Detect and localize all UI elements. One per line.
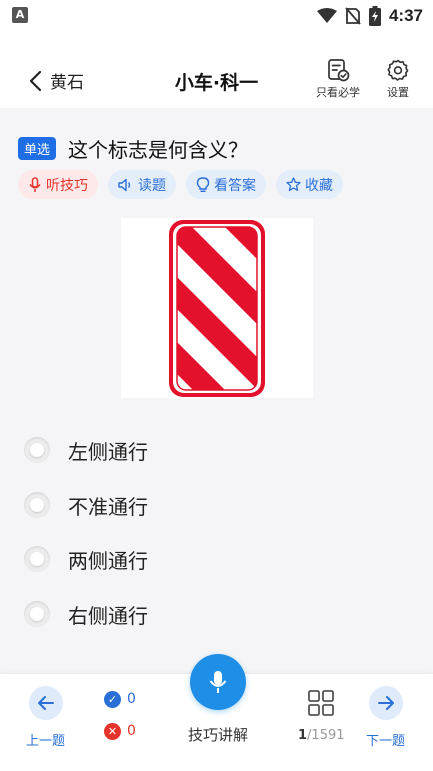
document-check-icon <box>328 59 350 82</box>
settings-button[interactable]: 设置 <box>380 58 416 100</box>
diagonal-stripe-marker-sign-icon <box>169 220 265 397</box>
arrow-right-icon <box>377 696 394 710</box>
prev-circle <box>28 686 63 720</box>
page-title: 小车·科一 <box>174 72 259 94</box>
correct-count: ✓ 0 <box>104 690 136 708</box>
gear-icon <box>387 59 409 81</box>
bottom-toolbar: 上一题 ✓ 0 ✕ 0 技巧讲解 1/1591 下一题 <box>0 654 433 771</box>
prev-question-label: 上一题 <box>26 734 66 749</box>
option-text: 不准通行 <box>68 494 148 519</box>
next-circle <box>368 686 403 720</box>
option-text: 右侧通行 <box>68 603 148 628</box>
option-text: 左侧通行 <box>68 439 148 464</box>
option-d[interactable]: 右侧通行 <box>24 594 148 634</box>
listen-tips-button[interactable]: 听技巧 <box>18 170 98 199</box>
question-actions: 听技巧 读题 看答案 收藏 <box>18 170 343 199</box>
top-nav: 黄石 小车·科一 只看必学 设置 <box>0 32 433 108</box>
microphone-icon <box>209 671 227 693</box>
favorite-button[interactable]: 收藏 <box>276 170 343 199</box>
status-bar: A 4:37 <box>0 0 433 32</box>
next-question-button[interactable]: 下一题 <box>366 686 405 749</box>
radio-button[interactable] <box>24 437 50 463</box>
star-icon <box>286 177 301 192</box>
settings-label: 设置 <box>387 86 409 99</box>
page-indicator: 1/1591 <box>298 728 345 743</box>
question-header: 单选 这个标志是何含义？ <box>18 134 248 163</box>
page-total: /1591 <box>307 728 345 743</box>
option-b[interactable]: 不准通行 <box>24 485 148 525</box>
question-panel: 单选 这个标志是何含义？ 听技巧 读题 看答案 收藏 左侧通行 不准通行 两侧通… <box>0 108 433 674</box>
clock: 4:37 <box>388 6 423 25</box>
option-c[interactable]: 两侧通行 <box>24 539 148 579</box>
microphone-icon <box>29 176 41 192</box>
question-type-badge: 单选 <box>18 137 57 160</box>
question-image <box>121 218 313 398</box>
question-text: 这个标志是何含义？ <box>68 138 249 162</box>
option-text: 两侧通行 <box>68 548 148 573</box>
arrow-left-icon <box>37 696 54 710</box>
check-circle-icon: ✓ <box>104 690 121 708</box>
radio-button[interactable] <box>24 601 50 627</box>
listen-tips-label: 听技巧 <box>46 177 88 194</box>
lightbulb-icon <box>196 176 210 192</box>
option-a[interactable]: 左侧通行 <box>24 430 148 470</box>
wifi-icon <box>316 8 337 23</box>
grid-icon <box>308 690 335 716</box>
battery-charging-icon <box>368 6 381 26</box>
app-notification-icon: A <box>12 7 28 23</box>
prev-question-button[interactable]: 上一题 <box>26 686 65 749</box>
read-question-button[interactable]: 读题 <box>108 170 176 199</box>
radio-button[interactable] <box>24 492 50 518</box>
answer-stats: ✓ 0 ✕ 0 <box>104 690 136 754</box>
only-must-label: 只看必学 <box>316 86 360 99</box>
tip-explanation-button[interactable]: 技巧讲解 <box>188 654 248 745</box>
read-question-label: 读题 <box>138 177 166 194</box>
mic-circle <box>190 654 246 710</box>
page-current: 1 <box>298 728 308 743</box>
question-grid-button[interactable]: 1/1591 <box>298 688 345 743</box>
x-circle-icon: ✕ <box>104 722 121 740</box>
show-answer-button[interactable]: 看答案 <box>186 170 266 199</box>
speaker-icon <box>118 178 131 191</box>
next-question-label: 下一题 <box>366 734 406 749</box>
status-icons: 4:37 <box>316 5 423 27</box>
correct-count-value: 0 <box>127 691 136 707</box>
favorite-label: 收藏 <box>305 177 333 194</box>
wrong-count: ✕ 0 <box>104 722 136 740</box>
tip-explanation-label: 技巧讲解 <box>188 726 249 744</box>
no-sim-icon <box>345 7 361 25</box>
radio-button[interactable] <box>24 546 50 572</box>
only-must-learn-button[interactable]: 只看必学 <box>310 58 366 100</box>
wrong-count-value: 0 <box>127 723 136 739</box>
show-answer-label: 看答案 <box>214 177 256 194</box>
